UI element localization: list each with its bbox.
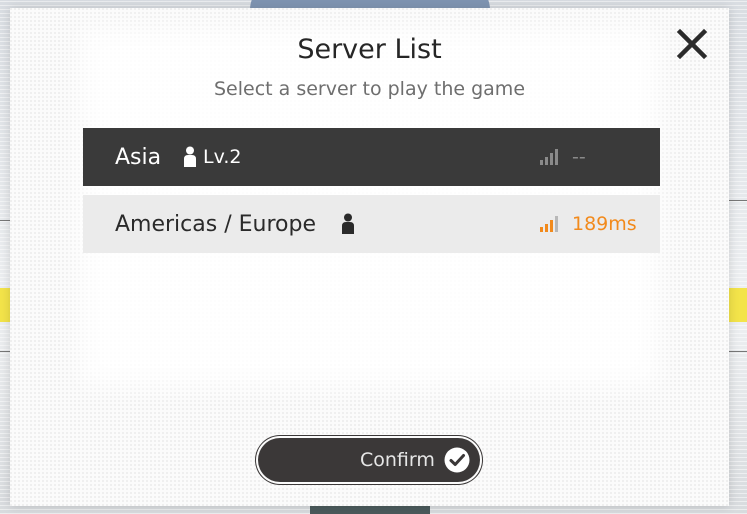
server-level: Lv.2: [203, 146, 242, 168]
signal-strength-icon: [540, 216, 558, 232]
close-button[interactable]: [674, 26, 710, 62]
server-name: Americas / Europe: [115, 211, 316, 237]
server-row-americas-europe[interactable]: Americas / Europe 189ms: [83, 195, 660, 253]
player-icon: [342, 213, 354, 234]
dialog-subtitle: Select a server to play the game: [213, 78, 526, 100]
confirm-label: Confirm: [360, 449, 435, 471]
server-row-asia[interactable]: Asia Lv.2 --: [83, 128, 660, 186]
server-list: Asia Lv.2 -- Americas / Europe 189ms: [83, 128, 660, 262]
dialog-title: Server List: [297, 34, 442, 65]
check-circle-icon: [444, 447, 470, 473]
background-panel-right: [727, 200, 747, 352]
server-list-dialog: Server List Select a server to play the …: [10, 8, 729, 506]
server-ping: --: [572, 146, 586, 168]
server-name: Asia: [115, 144, 162, 170]
confirm-button[interactable]: Confirm: [258, 438, 480, 482]
background-yellow-bar-right: [727, 288, 747, 322]
server-ping: 189ms: [572, 213, 637, 235]
background-character-feet: [310, 506, 430, 514]
close-icon: [676, 28, 708, 60]
signal-strength-icon: [540, 149, 558, 165]
player-icon: [184, 146, 196, 167]
